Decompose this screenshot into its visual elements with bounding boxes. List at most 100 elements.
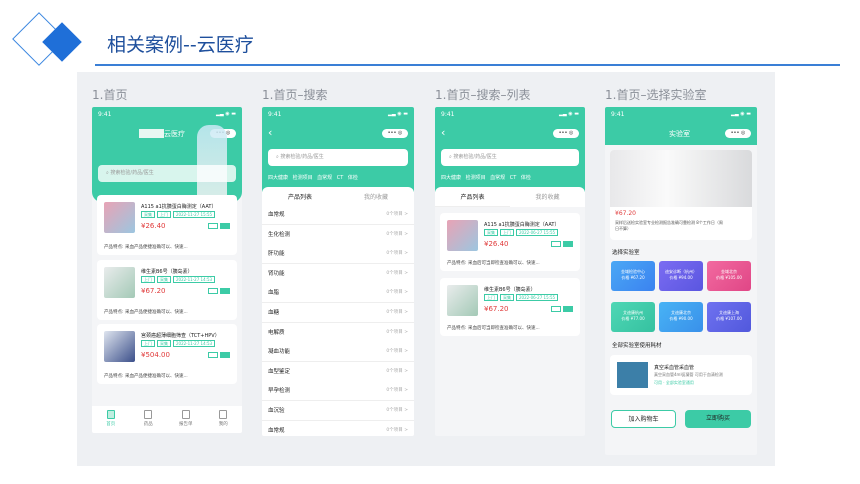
product-desc: 产品特点: 采血产品便捷准确可以、快速...	[104, 374, 188, 379]
list-item[interactable]: 生化检测 0个项目 >	[262, 224, 414, 245]
signal-battery-icon: ▂▃ ◉ ▬	[216, 111, 236, 117]
tab-0[interactable]: 首页	[92, 406, 130, 433]
buy-now-button[interactable]: 立即购买	[685, 410, 751, 428]
tag: 上门	[484, 294, 498, 301]
list-item[interactable]: 肾功能 0个项目 >	[262, 263, 414, 284]
list-item[interactable]: 凝血功能 0个项目 >	[262, 342, 414, 363]
product-card[interactable]: ¥67.20 采样后送检实验室专业检测报告准确可靠检测 8个工作日（周日不算）	[610, 150, 752, 240]
lab-option[interactable]: 迪安诊断（杭州） 价格 ¥94.00	[659, 261, 703, 291]
add-cart-button[interactable]	[220, 223, 230, 229]
lab-option[interactable]: 艾迪康杭州 价格 ¥77.00	[611, 302, 655, 332]
search-input[interactable]: ⌕ 搜索检验/药品/医生	[98, 165, 236, 182]
cart-controls	[549, 306, 573, 313]
supply-meta: 可用 · 全部实验室通用	[654, 380, 694, 385]
item-count: 0个项目 >	[386, 349, 408, 355]
tag: 采集	[157, 276, 171, 283]
hot-search-tags[interactable]: 四大健康 检测项目 血常规 CT 体检	[441, 174, 531, 181]
screen-label: 1.首页–选择实验室	[605, 88, 707, 102]
signal-battery-icon: ▂▃ ◉ ▬	[559, 111, 579, 117]
miniapp-capsule[interactable]: ••• ◎	[553, 129, 579, 138]
category-name: 血常规	[268, 427, 285, 434]
add-cart-button[interactable]	[220, 352, 230, 358]
product-card[interactable]: 维生素B6号（胰岛素） 上门 采集 2022-11-27 14:53 ¥67.20 产品特…	[97, 260, 237, 320]
lab-price: 价格 ¥67.20	[621, 275, 645, 280]
tab-product-list[interactable]: 产品列表	[435, 187, 510, 207]
product-tags: 采集 上门 2022-11-27 15:55	[141, 211, 217, 218]
product-card[interactable]: A115 a1抗胰蛋白酶测定（AAT） 采集 上门 2022-06-27 15:55 ¥…	[440, 213, 580, 271]
search-input[interactable]: ⌕ 搜索检验/药品/医生	[441, 149, 579, 166]
tag: 上门	[500, 229, 514, 236]
tab-favorites[interactable]: 我的收藏	[338, 187, 414, 207]
supply-item[interactable]: 真空采血管采血管 真空采血管4ml促凝管 可用于血清检测 可用 · 全部实验室通…	[610, 355, 752, 395]
favorite-button[interactable]	[208, 352, 218, 358]
miniapp-capsule[interactable]: ••• ◎	[382, 129, 408, 138]
add-cart-button[interactable]	[563, 241, 573, 247]
list-item[interactable]: 血糖 0个项目 >	[262, 303, 414, 323]
favorite-button[interactable]	[208, 223, 218, 229]
status-time: 9:41	[98, 111, 112, 118]
add-cart-button[interactable]	[220, 288, 230, 294]
item-count: 0个项目 >	[386, 212, 408, 217]
tag: 2022-06-27 15:55	[516, 294, 559, 301]
search-input[interactable]: ⌕ 搜索检验/药品/医生	[268, 149, 408, 166]
signal-battery-icon: ▂▃ ◉ ▬	[731, 111, 751, 117]
category-name: 血糖	[268, 310, 280, 316]
category-name: 凝血功能	[268, 349, 291, 356]
product-card[interactable]: 维生素B6号（胰岛素） 上门 采集 2022-06-27 15:55 ¥67.20 产品特…	[440, 278, 580, 336]
favorite-button[interactable]	[551, 241, 561, 247]
product-title: 维生素B6号（胰岛素）	[141, 269, 193, 275]
category-name: 肾功能	[268, 270, 285, 277]
lab-option[interactable]: 艾迪康上海 价格 ¥107.00	[707, 302, 751, 332]
category-name: 血型鉴定	[268, 368, 291, 375]
tag: 2022-11-27 14:53	[173, 340, 216, 347]
tab-3[interactable]: 我的	[205, 406, 243, 433]
tab-2[interactable]: 报告单	[167, 406, 205, 433]
status-time: 9:41	[268, 111, 282, 118]
tag: 2022-11-27 15:55	[173, 211, 216, 218]
tab-icon	[144, 410, 153, 419]
cart-controls	[206, 288, 230, 295]
list-item[interactable]: 血型鉴定 0个项目 >	[262, 361, 414, 382]
back-arrow-icon[interactable]: ‹	[268, 126, 272, 139]
tabs: 产品列表 我的收藏	[435, 187, 585, 207]
tab-label: 首页	[106, 422, 116, 427]
list-item[interactable]: 血沉验 0个项目 >	[262, 401, 414, 421]
list-item[interactable]: 早孕检测 0个项目 >	[262, 381, 414, 402]
product-desc: 产品特点: 采血后可当即检查准确可以、快速...	[447, 326, 540, 331]
tab-favorites[interactable]: 我的收藏	[510, 187, 585, 207]
miniapp-capsule[interactable]: ••• ◎	[725, 129, 751, 138]
category-name: 早孕检测	[268, 388, 291, 395]
phone-search-list: 9:41 ▂▃ ◉ ▬ ‹ ••• ◎ ⌕ 搜索检验/药品/医生 四大健康 检测…	[435, 107, 585, 436]
list-item[interactable]: 肝功能 0个项目 >	[262, 244, 414, 265]
product-image	[104, 331, 135, 362]
tag: 采集	[484, 229, 498, 236]
product-desc: 产品特点: 采血产品便捷准确可以、快速...	[104, 245, 188, 250]
lab-option[interactable]: 艾迪康北京 价格 ¥90.00	[659, 302, 703, 332]
slide-title: 相关案例--云医疗	[107, 34, 254, 56]
category-name: 血常规	[268, 212, 285, 218]
add-to-cart-button[interactable]: 加入购物车	[611, 410, 676, 428]
hot-search-tags[interactable]: 四大健康 检测项目 血常规 CT 体检	[268, 174, 358, 181]
tab-product-list[interactable]: 产品列表	[262, 187, 338, 207]
tab-1[interactable]: 药品	[130, 406, 168, 433]
list-item[interactable]: 血常规 0个项目 >	[262, 420, 414, 436]
add-cart-button[interactable]	[563, 306, 573, 312]
item-count: 0个项目 >	[386, 388, 408, 394]
list-item[interactable]: 血脂 0个项目 >	[262, 283, 414, 304]
favorite-button[interactable]	[208, 288, 218, 294]
lab-option[interactable]: 金域北京 价格 ¥105.00	[707, 261, 751, 291]
lab-option[interactable]: 金域检验中心 价格 ¥67.20	[611, 261, 655, 291]
item-count: 0个项目 >	[386, 408, 408, 413]
tag: 采集	[157, 340, 171, 347]
product-tags: 采集 上门 2022-06-27 15:55	[484, 229, 560, 236]
favorite-button[interactable]	[551, 306, 561, 312]
product-card[interactable]: A115 a1抗胰蛋白酶测定（AAT） 采集 上门 2022-11-27 15:55 ¥…	[97, 195, 237, 255]
list-item[interactable]: 电解质 0个项目 >	[262, 322, 414, 343]
back-arrow-icon[interactable]: ‹	[441, 126, 445, 139]
price: ¥26.40	[484, 240, 509, 248]
phone-home: 9:41 ▂▃ ◉ ▬ 云医疗 ••• ◎ ⌕ 搜索检验/药品/医生 首页药品报…	[92, 107, 242, 433]
product-card[interactable]: 宫颈癌超薄细胞筛查（TCT+HPV） 上门 采集 2022-11-27 14:53 ¥5…	[97, 324, 237, 384]
list-item[interactable]: 血常规 0个项目 >	[262, 205, 414, 225]
price: ¥504.00	[141, 351, 170, 359]
product-tags: 上门 采集 2022-06-27 15:55	[484, 294, 560, 301]
